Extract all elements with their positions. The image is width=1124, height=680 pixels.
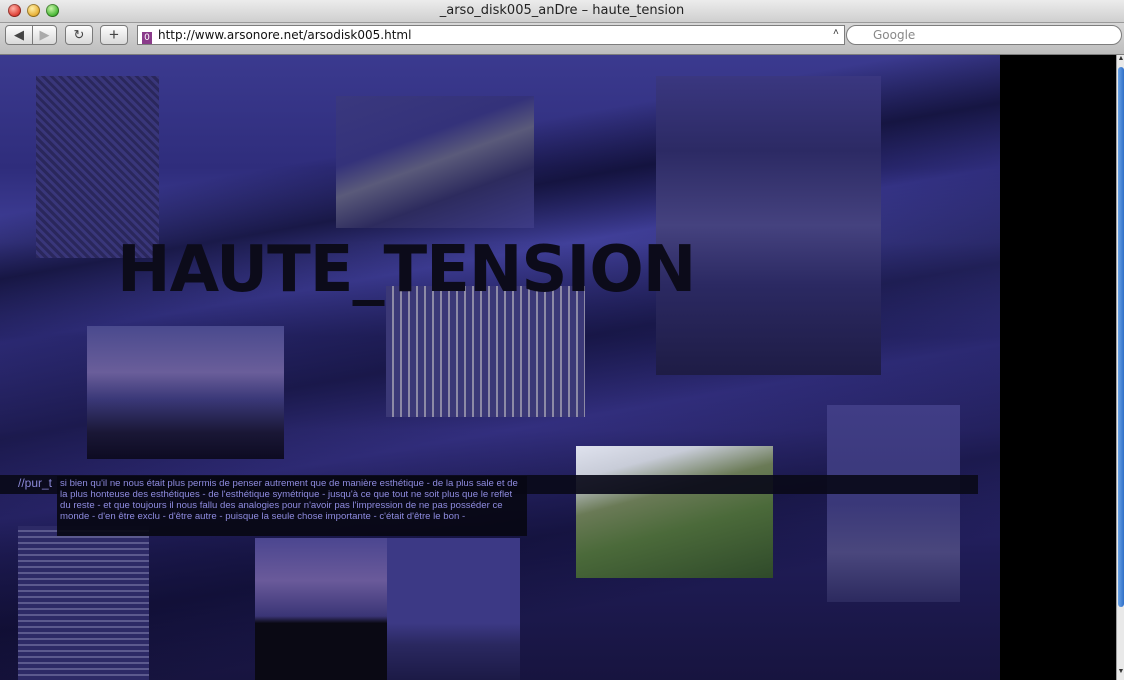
forward-button[interactable]: ▶ [32,25,57,45]
scroll-down-icon[interactable]: ▼ [1117,668,1124,678]
title-bar: _arso_disk005_anDre – haute_tension [0,0,1124,23]
photo-tree[interactable] [36,76,159,258]
photo-dashboard-view[interactable] [87,326,284,459]
photo-landscape[interactable] [656,76,881,375]
band-link[interactable]: //pur_t [18,476,52,490]
add-bookmark-button[interactable]: + [100,25,128,45]
address-field[interactable]: 0 http://www.arsonore.net/arsodisk005.htm… [137,25,845,45]
body-text: si bien qu'il ne nous était plus permis … [57,476,527,536]
search-field[interactable]: Google [846,25,1122,45]
photo-power-line[interactable] [827,405,960,602]
photo-railing[interactable] [18,526,149,680]
photo-grass-road[interactable] [576,446,773,578]
photo-horizon[interactable] [255,538,387,680]
plus-icon: + [109,25,119,44]
page-viewport: HAUTE_TENSION //pur_t si bien qu'il ne n… [0,55,1116,680]
scroll-up-icon[interactable]: ▲ [1117,55,1124,65]
favicon-icon: 0 [142,32,152,44]
back-arrow-icon: ◀ [14,27,24,42]
url-history-chevron-icon[interactable]: ˄ [833,27,839,38]
page-headline: HAUTE_TENSION [117,233,696,307]
back-button[interactable]: ◀ [5,25,33,45]
window-title: _arso_disk005_anDre – haute_tension [439,3,685,18]
vertical-scrollbar[interactable]: ▲ ▼ [1116,55,1124,680]
reload-icon: ↻ [73,27,85,42]
photo-road[interactable] [336,96,534,228]
url-text: http://www.arsonore.net/arsodisk005.html [158,28,412,42]
forward-arrow-icon: ▶ [39,27,50,42]
photo-field[interactable] [387,538,520,680]
page-stage: HAUTE_TENSION //pur_t si bien qu'il ne n… [0,55,1000,680]
scroll-thumb[interactable] [1118,67,1124,607]
browser-toolbar: ◀ ▶ ↻ + 0 http://www.arsonore.net/arsodis… [0,23,1124,55]
reload-button[interactable]: ↻ [65,25,93,45]
